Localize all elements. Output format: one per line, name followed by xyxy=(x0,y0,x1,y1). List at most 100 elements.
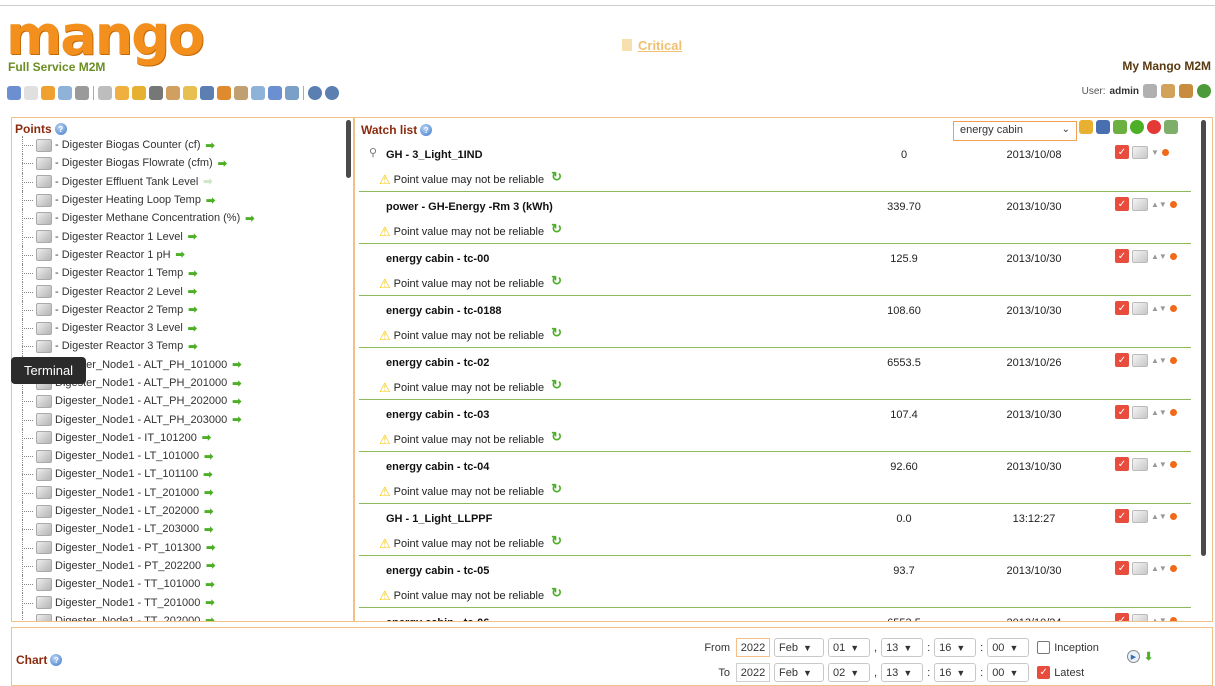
point-details-icon[interactable] xyxy=(1132,197,1148,211)
chart-checkbox[interactable]: ✓ xyxy=(1115,353,1129,367)
move-arrows-icon[interactable]: ▼ xyxy=(1151,148,1159,157)
to-year-input[interactable]: 2022 xyxy=(736,663,770,682)
data-source-icon[interactable] xyxy=(98,86,112,100)
add-to-watchlist-icon[interactable]: ➡ xyxy=(206,194,215,207)
refresh-icon[interactable]: ↻ xyxy=(551,481,562,497)
add-to-watchlist-icon[interactable]: ➡ xyxy=(205,596,214,609)
play-icon[interactable]: ▶ xyxy=(1127,650,1140,663)
add-to-watchlist-icon[interactable]: ➡ xyxy=(206,541,215,554)
point-item[interactable]: - Digester Biogas Counter (cf) ➡ xyxy=(22,136,342,155)
move-arrows-icon[interactable]: ▲▼ xyxy=(1151,564,1167,573)
chart-checkbox[interactable]: ✓ xyxy=(1115,197,1129,211)
folder-icon[interactable] xyxy=(183,86,197,100)
point-name[interactable]: energy cabin - tc-03 xyxy=(386,409,489,421)
point-item[interactable]: Digester_Node1 - ALT_PH_203000 ➡ xyxy=(22,410,342,430)
point-item[interactable]: - Digester Reactor 1 Level ➡ xyxy=(22,227,342,247)
add-to-watchlist-icon[interactable]: ➡ xyxy=(204,523,213,536)
add-to-watchlist-icon[interactable]: ➡ xyxy=(203,468,212,481)
download-icon[interactable]: ⬇ xyxy=(1144,650,1153,663)
to-hour-select[interactable]: 13 ▼ xyxy=(881,663,924,682)
point-item[interactable]: - Digester Reactor 2 Level ➡ xyxy=(22,282,342,301)
to-minute-select[interactable]: 16 ▼ xyxy=(934,663,977,682)
point-item[interactable]: - Digester Reactor 1 Temp ➡ xyxy=(22,264,342,283)
point-item[interactable]: Digester_Node1 - LT_201000 ➡ xyxy=(22,483,342,503)
maintenance-icon[interactable] xyxy=(234,86,248,100)
point-name[interactable]: GH - 3_Light_1IND xyxy=(386,149,483,161)
add-to-watchlist-icon[interactable]: ➡ xyxy=(188,303,197,316)
point-item[interactable]: Digester_Node1 - LT_101100 ➡ xyxy=(22,465,342,484)
point-name[interactable]: power - GH-Energy -Rm 3 (kWh) xyxy=(386,201,553,213)
point-item[interactable]: - Digester Reactor 3 Level ➡ xyxy=(22,318,342,338)
add-to-watchlist-icon[interactable]: ➡ xyxy=(232,395,241,408)
refresh-icon[interactable]: ↻ xyxy=(551,585,562,601)
from-second-select[interactable]: 00 ▼ xyxy=(987,638,1030,657)
add-to-watchlist-icon[interactable]: ➡ xyxy=(204,486,213,499)
point-name[interactable]: energy cabin - tc-04 xyxy=(386,461,489,473)
view-icon[interactable] xyxy=(7,86,21,100)
refresh-icon[interactable]: ↻ xyxy=(551,273,562,289)
remove-icon[interactable] xyxy=(1169,564,1177,572)
point-item[interactable]: Digester_Node1 - TT_101000 ➡ xyxy=(22,575,342,594)
from-minute-select[interactable]: 16 ▼ xyxy=(934,638,977,657)
point-item[interactable]: Digester_Node1 - IT_101200 ➡ xyxy=(22,428,342,448)
point-details-icon[interactable] xyxy=(1132,613,1148,621)
publisher-icon[interactable] xyxy=(217,86,231,100)
report-icon[interactable] xyxy=(58,86,72,100)
move-arrows-icon[interactable]: ▲▼ xyxy=(1151,252,1167,261)
add-to-watchlist-icon[interactable]: ➡ xyxy=(218,157,227,170)
edit-icon[interactable] xyxy=(1079,120,1093,134)
point-item[interactable]: - Digester Biogas Flowrate (cfm) ➡ xyxy=(22,154,342,173)
remove-icon[interactable] xyxy=(1169,460,1177,468)
add-to-watchlist-icon[interactable]: ➡ xyxy=(205,614,214,621)
point-details-icon[interactable] xyxy=(1132,509,1148,523)
to-second-select[interactable]: 00 ▼ xyxy=(987,663,1030,682)
points-scrollbar[interactable] xyxy=(346,120,351,178)
users-icon[interactable] xyxy=(166,86,180,100)
point-item[interactable]: Digester_Node1 - PT_101300 ➡ xyxy=(22,538,342,558)
help-icon[interactable]: ? xyxy=(50,654,63,666)
add-to-watchlist-icon[interactable]: ➡ xyxy=(188,267,197,280)
chart-checkbox[interactable]: ✓ xyxy=(1115,405,1129,419)
point-details-icon[interactable] xyxy=(1132,301,1148,315)
remove-icon[interactable] xyxy=(1169,356,1177,364)
add-to-watchlist-icon[interactable]: ➡ xyxy=(205,578,214,591)
remove-icon[interactable] xyxy=(1169,408,1177,416)
chart-checkbox[interactable]: ✓ xyxy=(1115,561,1129,575)
report-icon[interactable] xyxy=(1164,120,1178,134)
home-icon[interactable] xyxy=(1161,84,1175,98)
point-item[interactable]: Digester_Node1 - TT_201000 ➡ xyxy=(22,593,342,613)
system-icon[interactable] xyxy=(308,86,322,100)
refresh-icon[interactable]: ↻ xyxy=(551,169,562,185)
logout-icon[interactable] xyxy=(1197,84,1211,98)
import-icon[interactable] xyxy=(251,86,265,100)
add-to-watchlist-icon[interactable]: ➡ xyxy=(188,340,197,353)
chart-checkbox[interactable]: ✓ xyxy=(1115,145,1129,159)
settings-icon[interactable] xyxy=(75,86,89,100)
add-to-watchlist-icon[interactable]: ➡ xyxy=(204,505,213,518)
remove-icon[interactable] xyxy=(1169,304,1177,312)
refresh-icon[interactable]: ↻ xyxy=(551,221,562,237)
point-item[interactable]: - Digester Heating Loop Temp ➡ xyxy=(22,190,342,210)
alarm-icon[interactable] xyxy=(41,86,55,100)
alarm-level-link[interactable]: Critical xyxy=(622,38,682,53)
point-item[interactable]: - Digester Reactor 3 Temp ➡ xyxy=(22,337,342,356)
remove-icon[interactable] xyxy=(1161,148,1169,156)
to-month-select[interactable]: Feb ▼ xyxy=(774,663,824,682)
link-icon[interactable] xyxy=(1113,120,1127,134)
move-arrows-icon[interactable]: ▲▼ xyxy=(1151,616,1167,622)
move-arrows-icon[interactable]: ▲▼ xyxy=(1151,304,1167,313)
add-to-watchlist-icon[interactable]: ➡ xyxy=(245,212,254,225)
point-details-icon[interactable] xyxy=(1132,405,1148,419)
add-to-watchlist-icon[interactable]: ➡ xyxy=(176,248,185,261)
move-arrows-icon[interactable]: ▲▼ xyxy=(1151,200,1167,209)
point-name[interactable]: GH - 1_Light_LLPPF xyxy=(386,513,492,525)
point-item[interactable]: Digester_Node1 - LT_202000 ➡ xyxy=(22,501,342,521)
move-arrows-icon[interactable]: ▲▼ xyxy=(1151,512,1167,521)
add-to-watchlist-icon[interactable]: ➡ xyxy=(188,322,197,335)
sql-icon[interactable] xyxy=(285,86,299,100)
point-name[interactable]: energy cabin - tc-0188 xyxy=(386,305,502,317)
remove-icon[interactable] xyxy=(1169,252,1177,260)
link-icon[interactable] xyxy=(149,86,163,100)
move-arrows-icon[interactable]: ▲▼ xyxy=(1151,460,1167,469)
point-item[interactable]: Digester_Node1 - LT_203000 ➡ xyxy=(22,520,342,539)
